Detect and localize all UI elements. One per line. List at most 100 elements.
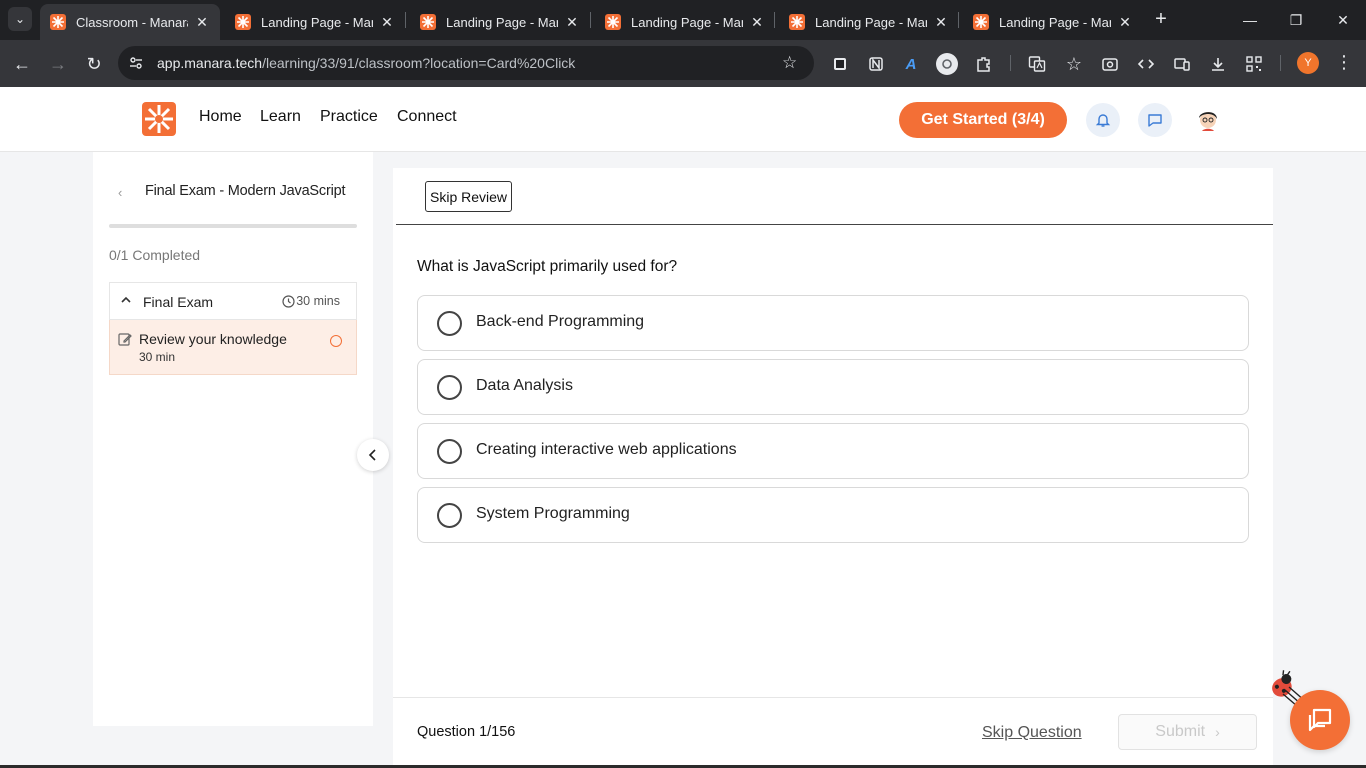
manara-logo[interactable]: [142, 102, 176, 136]
browser-tab-landing[interactable]: Landing Page - Manara ✕: [225, 4, 405, 40]
url-host: app.manara.tech: [157, 55, 263, 71]
code-icon[interactable]: [1135, 53, 1157, 75]
clock-icon: [282, 295, 295, 308]
answer-option[interactable]: System Programming: [417, 487, 1249, 543]
tab-divider: [405, 12, 406, 28]
browser-tab-landing[interactable]: Landing Page - Manara ✕: [963, 4, 1143, 40]
manara-favicon: [420, 14, 436, 30]
browser-tab-landing[interactable]: Landing Page - Manara ✕: [595, 4, 775, 40]
nav-connect[interactable]: Connect: [397, 108, 457, 126]
submit-button[interactable]: Submit ›: [1118, 714, 1257, 750]
section-header-final-exam[interactable]: Final Exam 30 mins: [109, 282, 357, 320]
notifications-button[interactable]: [1086, 103, 1120, 137]
section-title: Final Exam: [143, 294, 214, 310]
get-started-button[interactable]: Get Started (3/4): [899, 102, 1067, 138]
close-icon[interactable]: ✕: [564, 14, 580, 31]
manara-favicon: [789, 14, 805, 30]
radio-button[interactable]: [437, 311, 462, 336]
answer-option-label: Back-end Programming: [476, 313, 645, 330]
browser-toolbar: ← → ↻ app.manara.tech/learning/33/91/cla…: [0, 40, 1366, 87]
course-progress-bar: [109, 224, 357, 228]
section-duration: 30 mins: [296, 294, 340, 308]
favorites-star-icon[interactable]: ☆: [1063, 53, 1085, 75]
messages-button[interactable]: [1138, 103, 1172, 137]
address-bar[interactable]: app.manara.tech/learning/33/91/classroom…: [118, 46, 814, 80]
qr-code-icon[interactable]: [1243, 53, 1265, 75]
browser-tab-classroom[interactable]: Classroom - Manara ✕: [40, 4, 220, 40]
course-title: Final Exam - Modern JavaScript: [145, 183, 346, 199]
skip-review-button[interactable]: Skip Review: [425, 181, 513, 212]
close-icon[interactable]: ✕: [1117, 14, 1133, 31]
answer-option[interactable]: Back-end Programming: [417, 295, 1249, 351]
browser-tab-bar: ⌄ Classroom - Manara ✕ Landing Page - Ma…: [0, 0, 1366, 40]
close-icon[interactable]: ✕: [749, 14, 765, 31]
window-close-button[interactable]: ✕: [1320, 0, 1366, 40]
url-text: app.manara.tech/learning/33/91/classroom…: [157, 55, 575, 71]
skip-question-link[interactable]: Skip Question: [982, 724, 1082, 742]
back-arrow-icon[interactable]: ←: [10, 52, 34, 76]
profile-avatar[interactable]: Y: [1297, 52, 1319, 74]
close-icon[interactable]: ✕: [379, 14, 395, 31]
tab-title: Landing Page - Manara: [261, 14, 373, 30]
screenshot-icon[interactable]: [1099, 53, 1121, 75]
support-chat-button[interactable]: [1290, 690, 1350, 750]
close-icon[interactable]: ✕: [194, 14, 210, 31]
user-avatar[interactable]: [1192, 103, 1224, 135]
answer-option[interactable]: Creating interactive web applications: [417, 423, 1249, 479]
lesson-status-icon: [330, 335, 342, 347]
extensions-puzzle-icon[interactable]: [973, 53, 995, 75]
extension-notes-icon[interactable]: [829, 53, 851, 75]
devices-icon[interactable]: [1171, 53, 1193, 75]
lesson-duration: 30 min: [139, 350, 176, 364]
chevron-left-icon[interactable]: ‹: [118, 185, 122, 200]
radio-button[interactable]: [437, 503, 462, 528]
minimize-button[interactable]: —: [1227, 0, 1273, 40]
divider: [396, 224, 1273, 225]
browser-menu-icon[interactable]: ⋮: [1334, 52, 1354, 74]
forward-arrow-icon[interactable]: →: [46, 52, 70, 76]
question-text: What is JavaScript primarily used for?: [417, 258, 678, 275]
course-sidebar: ‹ Final Exam - Modern JavaScript 0/1 Com…: [93, 152, 373, 726]
answer-option[interactable]: Data Analysis: [417, 359, 1249, 415]
radio-button[interactable]: [437, 439, 462, 464]
bell-icon: [1095, 114, 1111, 127]
edit-icon: [118, 333, 132, 346]
browser-tab-landing[interactable]: Landing Page - Manara ✕: [410, 4, 590, 40]
extension-circle-icon[interactable]: [936, 53, 958, 75]
chevron-right-icon: ›: [1215, 724, 1220, 740]
answer-option-label: System Programming: [476, 505, 630, 522]
nav-practice[interactable]: Practice: [320, 108, 378, 126]
reload-icon[interactable]: ↻: [82, 52, 106, 76]
nav-home[interactable]: Home: [199, 108, 242, 126]
lesson-item-review[interactable]: Review your knowledge 30 min: [109, 320, 357, 375]
answer-option-label: Creating interactive web applications: [476, 441, 737, 458]
tab-divider: [958, 12, 959, 28]
nav-learn[interactable]: Learn: [260, 108, 301, 126]
manara-favicon: [973, 14, 989, 30]
radio-button[interactable]: [437, 375, 462, 400]
tab-divider: [774, 12, 775, 28]
toolbar-divider: [1010, 55, 1011, 71]
restore-button[interactable]: ❐: [1273, 0, 1319, 40]
quiz-panel: Skip Review What is JavaScript primarily…: [393, 168, 1273, 768]
tab-search-button[interactable]: ⌄: [8, 7, 32, 31]
chat-bubble-icon: [1148, 114, 1162, 127]
collapse-sidebar-button[interactable]: [357, 439, 389, 471]
close-icon[interactable]: ✕: [933, 14, 949, 31]
tab-title: Landing Page - Manara: [815, 14, 927, 30]
chat-icon: [1308, 708, 1332, 732]
answer-option-label: Data Analysis: [476, 377, 573, 394]
site-info-icon[interactable]: [128, 55, 144, 71]
tab-title: Classroom - Manara: [76, 14, 188, 30]
new-tab-button[interactable]: +: [1150, 8, 1172, 30]
ai-extension-icon[interactable]: A: [900, 53, 922, 75]
bookmark-star-icon[interactable]: ☆: [782, 53, 800, 72]
notion-icon[interactable]: [865, 53, 887, 75]
manara-favicon: [50, 14, 66, 30]
site-header: Home Learn Practice Connect Get Started …: [0, 87, 1366, 152]
manara-favicon: [235, 14, 251, 30]
chevron-left-icon: [368, 449, 376, 461]
browser-tab-landing[interactable]: Landing Page - Manara ✕: [779, 4, 959, 40]
translate-icon[interactable]: [1026, 53, 1048, 75]
download-icon[interactable]: [1207, 53, 1229, 75]
